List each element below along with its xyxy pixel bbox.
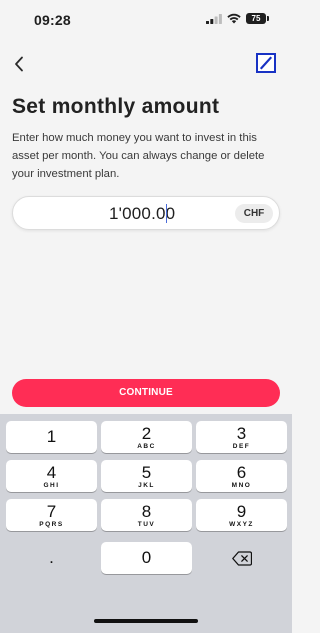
key-5[interactable]: 5 JKL bbox=[101, 460, 192, 492]
key-digit: 5 bbox=[141, 463, 152, 482]
key-digit: 4 bbox=[46, 463, 57, 482]
text-cursor bbox=[166, 204, 167, 223]
key-digit: 2 bbox=[141, 424, 152, 443]
signal-bars-icon bbox=[206, 14, 222, 24]
continue-button[interactable]: CONTINUE bbox=[12, 379, 280, 407]
key-6[interactable]: 6 MNO bbox=[196, 460, 287, 492]
status-icons: 75 bbox=[206, 13, 269, 24]
key-4[interactable]: 4 GHI bbox=[6, 460, 97, 492]
key-letters: WXYZ bbox=[229, 521, 254, 528]
key-letters: PQRS bbox=[39, 521, 64, 528]
key-letters: TUV bbox=[137, 521, 156, 528]
deutsche-bank-logo bbox=[256, 53, 276, 73]
backspace-icon bbox=[231, 551, 252, 566]
key-digit: 6 bbox=[236, 463, 247, 482]
key-digit: 9 bbox=[236, 502, 247, 521]
status-time: 09:28 bbox=[34, 12, 71, 28]
key-0[interactable]: 0 bbox=[101, 542, 192, 574]
key-digit: 0 bbox=[141, 548, 152, 567]
currency-badge: CHF bbox=[235, 204, 273, 223]
key-3[interactable]: 3 DEF bbox=[196, 421, 287, 453]
key-digit: 3 bbox=[236, 424, 247, 443]
delete-key[interactable] bbox=[196, 542, 287, 574]
amount-input[interactable]: 1'000.00 CHF bbox=[12, 196, 280, 230]
key-letters: JKL bbox=[138, 482, 155, 489]
key-letters: GHI bbox=[43, 482, 60, 489]
chevron-left-icon bbox=[15, 56, 23, 72]
key-digit: 8 bbox=[141, 502, 152, 521]
page-description: Enter how much money you want to invest … bbox=[12, 132, 265, 180]
key-digit: 1 bbox=[46, 427, 57, 446]
key-letters: ABC bbox=[137, 443, 156, 450]
home-indicator bbox=[94, 619, 198, 623]
key-letters: MNO bbox=[231, 482, 252, 489]
key-7[interactable]: 7 PQRS bbox=[6, 499, 97, 531]
numeric-keyboard: 1 2 ABC 3 DEF 4 GHI 5 JKL 6 MNO 7 PQRS 8… bbox=[0, 414, 292, 633]
battery-icon: 75 bbox=[246, 13, 269, 24]
logo-slash-icon bbox=[259, 56, 273, 70]
status-bar: 09:28 75 bbox=[0, 0, 292, 44]
key-9[interactable]: 9 WXYZ bbox=[196, 499, 287, 531]
key-1[interactable]: 1 bbox=[6, 421, 97, 453]
key-digit: 7 bbox=[46, 502, 57, 521]
key-decimal[interactable]: . bbox=[6, 542, 97, 574]
page-title: Set monthly amount bbox=[12, 95, 220, 118]
back-button[interactable] bbox=[8, 52, 30, 76]
key-2[interactable]: 2 ABC bbox=[101, 421, 192, 453]
key-decimal-label: . bbox=[49, 548, 54, 567]
wifi-icon bbox=[227, 13, 241, 24]
key-letters: DEF bbox=[232, 443, 251, 450]
key-8[interactable]: 8 TUV bbox=[101, 499, 192, 531]
